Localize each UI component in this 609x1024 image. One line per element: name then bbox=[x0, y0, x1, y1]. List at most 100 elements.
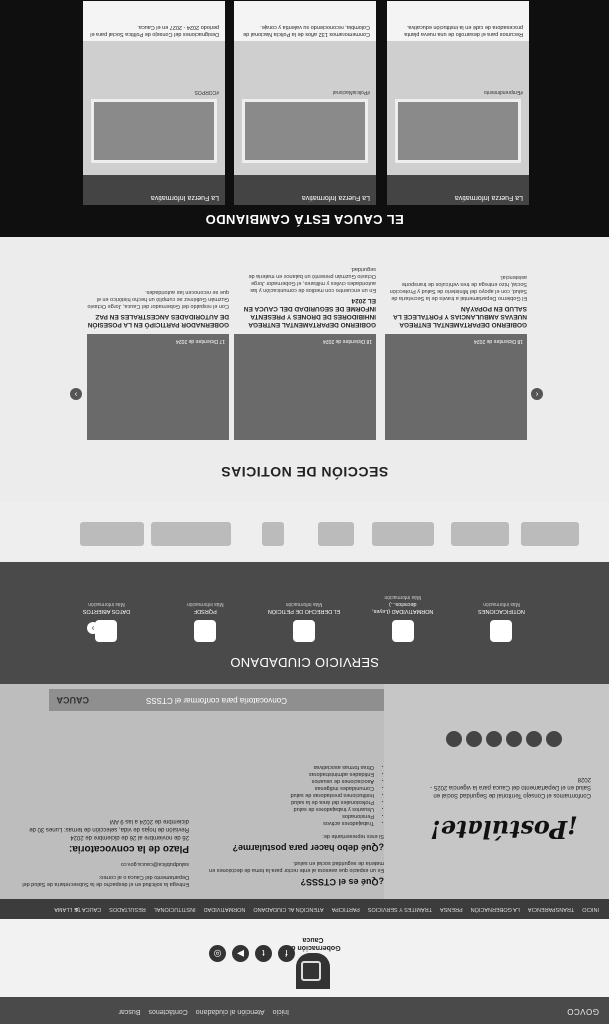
news-photo: 18 Diciembre de 2024 bbox=[234, 334, 376, 440]
post-image bbox=[91, 99, 217, 163]
section-title: SERVICIO CIUDADANO bbox=[230, 655, 379, 670]
nav-item[interactable]: TRÁMITES Y SERVICIOS bbox=[368, 906, 432, 912]
page-root: GOVCO Inicio Atención al ciudadano Contá… bbox=[0, 0, 609, 1024]
question-text: Es un espacio que asesora al ente rector… bbox=[209, 860, 384, 873]
coat-of-arms-icon bbox=[296, 953, 330, 989]
news-date: 18 Diciembre de 2024 bbox=[474, 338, 523, 344]
scale-icon bbox=[391, 620, 414, 642]
social-post[interactable]: La Fuerza Informativa #PoliciaNacional C… bbox=[234, 1, 376, 205]
section-title: EL CAUCA ESTÁ CAMBIANDO bbox=[205, 212, 404, 227]
partner-logo[interactable] bbox=[318, 522, 354, 546]
chevron-right-icon[interactable]: › bbox=[87, 622, 99, 634]
people-illustration bbox=[444, 697, 564, 749]
news-title: Gobernador participó en la posesión de a… bbox=[87, 313, 229, 328]
post-header: La Fuerza Informativa bbox=[83, 175, 225, 205]
search-icon[interactable]: ⌕ bbox=[75, 904, 79, 914]
top-link[interactable]: Atención al ciudadano bbox=[196, 1008, 265, 1015]
chevron-left-icon[interactable]: ‹ bbox=[531, 388, 543, 400]
partner-logo[interactable] bbox=[372, 522, 434, 546]
deadline-dates: 26 de noviembre al 26 de diciembre de 20… bbox=[70, 834, 189, 840]
social-links: f t ▶ ◎ bbox=[209, 945, 295, 962]
post-header: La Fuerza Informativa bbox=[387, 175, 529, 205]
nav-item[interactable]: ATENCIÓN AL CIUDADANO bbox=[253, 906, 323, 912]
document-icon bbox=[293, 620, 315, 642]
submission-text: Entrega la solicitud en el despacho de l… bbox=[22, 874, 189, 887]
citizen-services: SERVICIO CIUDADANO NOTIFICACIONES Más inf… bbox=[0, 562, 609, 684]
representative-list: Trabajadores activosPensionadosUsuarios … bbox=[194, 763, 384, 826]
post-hashtag: #CORPOS bbox=[194, 89, 219, 95]
chevron-right-icon[interactable]: › bbox=[70, 388, 82, 400]
service-item[interactable]: NOTIFICACIONES Más información bbox=[464, 594, 539, 642]
nav-item[interactable]: LA GOBERNACIÓN bbox=[471, 906, 520, 912]
govco-brand[interactable]: GOVCO bbox=[567, 1007, 599, 1016]
question-heading: ¿Qué debo hacer para postularme? bbox=[232, 843, 384, 853]
banner-illustration: ¡Postúlate! Conformamos el Consejo Terri… bbox=[384, 684, 609, 899]
social-post[interactable]: La Fuerza Informativa #Emprendimiento Re… bbox=[387, 1, 529, 205]
post-image bbox=[395, 99, 521, 163]
service-item[interactable]: DATOS ABIERTOS Más información bbox=[69, 594, 144, 642]
news-summary: El Gobierno Departamental a través de la… bbox=[389, 274, 527, 301]
post-hashtag: #PoliciaNacional bbox=[333, 89, 370, 95]
deadline-review: Revisión de hojas de vida, selección de … bbox=[29, 818, 189, 832]
post-hashtag: #Emprendimiento bbox=[483, 89, 523, 95]
news-photo: 17 Diciembre de 2024 bbox=[87, 334, 229, 440]
nav-item[interactable]: PARTICIPA bbox=[332, 906, 360, 912]
post-caption: Designaciones del Consejo de Política So… bbox=[83, 1, 225, 41]
top-links: Inicio Atención al ciudadano Contáctenos… bbox=[119, 1008, 289, 1015]
convocatoria-button[interactable]: Convocatoria para conformar el CTSSS bbox=[49, 689, 384, 711]
section-title: SECCIÓN DE NOTICIAS bbox=[220, 464, 389, 480]
banner-col-right: Entrega la solicitud en el despacho de l… bbox=[11, 817, 189, 887]
partner-logos bbox=[0, 502, 609, 562]
news-date: 18 Diciembre de 2024 bbox=[323, 338, 372, 344]
submission-email[interactable]: saludpublica@cauca.gov.co bbox=[11, 860, 189, 867]
news-card[interactable]: 17 Diciembre de 2024 Gobernador particip… bbox=[87, 288, 229, 440]
nav-item[interactable]: INSTITUCIONAL bbox=[154, 906, 196, 912]
nav-item[interactable]: RESULTADOS bbox=[109, 906, 145, 912]
news-card[interactable]: 18 Diciembre de 2024 Gobierno departamen… bbox=[234, 265, 376, 440]
chat-icon bbox=[194, 620, 217, 642]
partner-logo[interactable] bbox=[451, 522, 509, 546]
question-heading: ¿Qué es el CTSSS? bbox=[300, 877, 384, 887]
bell-icon bbox=[490, 620, 513, 642]
site-header: Gobernación del Cauca f t ▶ ◎ bbox=[0, 919, 609, 997]
facebook-icon[interactable]: f bbox=[278, 945, 295, 962]
top-link[interactable]: Buscar bbox=[119, 1008, 141, 1015]
cauca-changing-section: EL CAUCA ESTÁ CAMBIANDO La Fuerza Inform… bbox=[0, 0, 609, 237]
post-caption: Conmemoramos 132 años de la Policía Naci… bbox=[234, 1, 376, 41]
partner-logo[interactable] bbox=[80, 522, 144, 546]
banner-title: ¡Postúlate! bbox=[430, 815, 578, 844]
nav-item[interactable]: INICIO bbox=[582, 906, 599, 912]
govco-top-bar: GOVCO Inicio Atención al ciudadano Contá… bbox=[0, 997, 609, 1024]
partner-logo[interactable] bbox=[151, 522, 231, 546]
news-photo: 18 Diciembre de 2024 bbox=[385, 334, 527, 440]
partner-logo[interactable] bbox=[521, 522, 579, 546]
cauca-brand: CAUCA bbox=[56, 695, 90, 705]
main-navigation: INICIO TRANSPARENCIA LA GOBERNACIÓN PREN… bbox=[0, 899, 609, 919]
twitter-icon[interactable]: t bbox=[255, 945, 272, 962]
post-header: La Fuerza Informativa bbox=[234, 175, 376, 205]
social-post[interactable]: La Fuerza Informativa #CORPOS Designacio… bbox=[83, 1, 225, 205]
instagram-icon[interactable]: ◎ bbox=[209, 945, 226, 962]
service-item[interactable]: EL DERECHO DE PETICIÓN Más información bbox=[267, 594, 342, 642]
nav-item[interactable]: PRENSA bbox=[440, 906, 463, 912]
nav-item[interactable]: TRANSPARENCIA bbox=[528, 906, 574, 912]
nav-item[interactable]: NORMATIVIDAD bbox=[204, 906, 246, 912]
news-section: SECCIÓN DE NOTICIAS ‹ 18 Diciembre de 20… bbox=[0, 237, 609, 502]
news-title: Gobierno departamental entrega inhibidor… bbox=[243, 297, 376, 328]
post-caption: Recursos para el desarrollo de una nueva… bbox=[387, 1, 529, 41]
database-icon bbox=[95, 620, 118, 642]
service-item[interactable]: NORMATIVIDAD (Leyes, decretos...) Más inf… bbox=[365, 594, 440, 642]
top-link[interactable]: Contáctenos bbox=[148, 1008, 187, 1015]
top-link[interactable]: Inicio bbox=[273, 1008, 289, 1015]
banner-lead: Conformamos el Consejo Territorial de Se… bbox=[430, 776, 591, 798]
question-text: Si eres representante de: bbox=[322, 833, 384, 839]
partner-logo[interactable] bbox=[262, 522, 284, 546]
youtube-icon[interactable]: ▶ bbox=[232, 945, 249, 962]
banner-col-left: ¿Qué es el CTSSS? Es un espacio que ases… bbox=[194, 757, 384, 887]
news-card[interactable]: 18 Diciembre de 2024 Gobierno departamen… bbox=[385, 273, 527, 440]
deadline-title: Plazo de la convocatoria: bbox=[68, 843, 189, 854]
service-item[interactable]: PQRSDF Más información bbox=[168, 594, 243, 642]
ctsss-banner[interactable]: ¡Postúlate! Conformamos el Consejo Terri… bbox=[0, 684, 609, 899]
news-summary: Con el respaldo del Gobernador del Cauca… bbox=[87, 289, 229, 309]
news-title: Gobierno departamental entrega nuevas am… bbox=[393, 305, 527, 328]
